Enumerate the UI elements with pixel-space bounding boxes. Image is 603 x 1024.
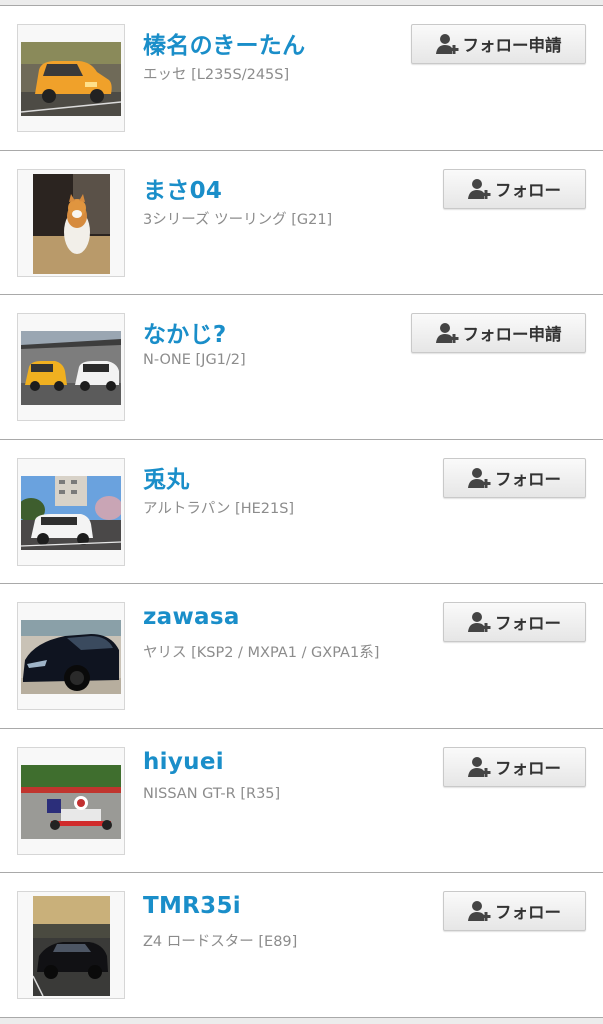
add-user-icon [468, 612, 491, 632]
list-item: なかじ? N-ONE [JG1/2] フォロー申請 [0, 295, 603, 440]
car-photo-garage [21, 331, 121, 405]
follow-button-label: フォロー申請 [462, 36, 562, 55]
add-user-icon [468, 467, 491, 488]
list-item: TMR35i Z4 ロードスター [E89] フォロー [0, 873, 603, 1018]
car-photo-z4 [33, 896, 110, 996]
add-user-icon [468, 178, 491, 199]
add-user-icon [435, 323, 458, 343]
user-list: 榛名のきーたん エッセ [L235S/245S] フォロー申請 まさ04 3シリ… [0, 0, 603, 1024]
kart-photo [21, 764, 121, 839]
user-thumbnail[interactable] [17, 457, 125, 566]
car-model: 3シリーズ ツーリング [G21] [143, 211, 333, 228]
follow-button[interactable]: フォロー [443, 746, 586, 787]
cat-photo [33, 173, 110, 274]
follow-button-label: フォロー [495, 903, 561, 922]
follow-request-button[interactable]: フォロー申請 [411, 313, 586, 353]
car-model: ヤリス [KSP2 / MXPA1 / GXPA1系] [143, 645, 380, 661]
list-item: zawasa ヤリス [KSP2 / MXPA1 / GXPA1系] フォロー [0, 584, 603, 729]
follow-button-label: フォロー [495, 758, 561, 778]
username[interactable]: まさ04 [143, 171, 222, 205]
username[interactable]: zawasa [143, 604, 240, 630]
user-thumbnail[interactable] [17, 313, 125, 421]
follow-button-label: フォロー [495, 614, 561, 633]
car-model: アルトラパン [HE21S] [143, 500, 295, 517]
follow-button[interactable]: フォロー [443, 891, 586, 931]
car-model: Z4 ロードスター [E89] [143, 934, 298, 950]
user-thumbnail[interactable] [17, 602, 125, 710]
username[interactable]: hiyuei [143, 749, 224, 775]
car-photo-lapin [21, 475, 121, 550]
follow-button[interactable]: フォロー [443, 457, 586, 498]
user-thumbnail[interactable] [17, 24, 125, 132]
follow-button-label: フォロー [495, 469, 561, 489]
add-user-icon [468, 901, 491, 921]
username[interactable]: なかじ? [143, 315, 227, 349]
add-user-icon [435, 34, 458, 54]
user-thumbnail[interactable] [17, 891, 125, 999]
follow-button[interactable]: フォロー [443, 602, 586, 642]
username[interactable]: TMR35i [143, 893, 241, 919]
list-item: hiyuei NISSAN GT-R [R35] フォロー [0, 728, 603, 873]
list-item: まさ04 3シリーズ ツーリング [G21] フォロー [0, 150, 603, 295]
user-thumbnail[interactable] [17, 168, 125, 277]
follow-button[interactable]: フォロー [443, 168, 586, 209]
bottom-divider [0, 1018, 603, 1024]
follow-button-label: フォロー [495, 180, 561, 200]
username[interactable]: 兎丸 [143, 460, 190, 494]
user-thumbnail[interactable] [17, 746, 125, 855]
car-photo-yellow-esse [21, 42, 121, 116]
list-item: 榛名のきーたん エッセ [L235S/245S] フォロー申請 [0, 6, 603, 151]
add-user-icon [468, 756, 491, 777]
car-model: NISSAN GT-R [R35] [143, 785, 281, 802]
follow-button-label: フォロー申請 [462, 325, 562, 344]
car-model: エッセ [L235S/245S] [143, 67, 290, 83]
car-model: N-ONE [JG1/2] [143, 352, 246, 368]
list-item: 兎丸 アルトラパン [HE21S] フォロー [0, 439, 603, 584]
username[interactable]: 榛名のきーたん [143, 26, 305, 60]
car-photo-yaris [21, 620, 121, 694]
follow-request-button[interactable]: フォロー申請 [411, 24, 586, 64]
